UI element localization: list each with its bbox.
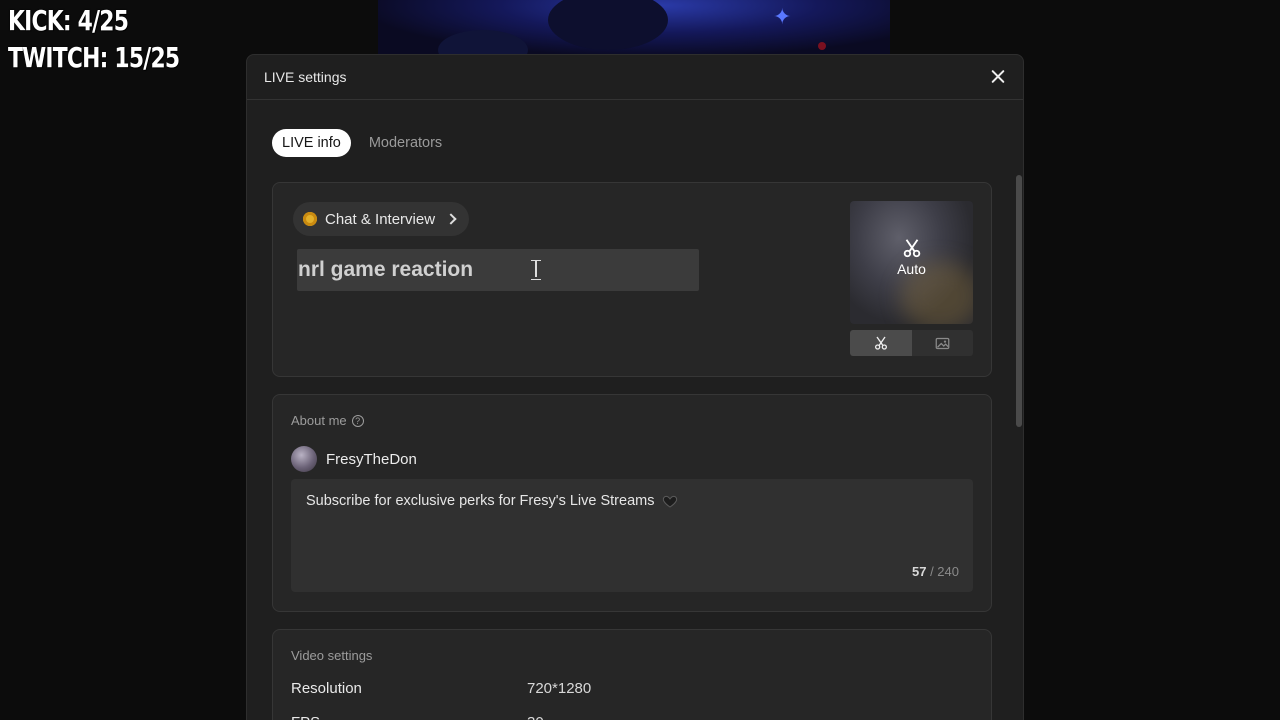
live-title-input[interactable] [297, 249, 699, 291]
resolution-label: Resolution [291, 680, 362, 697]
resolution-value: 720*1280 [527, 680, 592, 697]
user-row: FresyTheDon [291, 446, 417, 472]
about-me-label: About me [291, 413, 347, 428]
star-decoration-icon: ✦ [773, 4, 792, 29]
bio-text: Subscribe for exclusive perks for Fresy'… [306, 493, 655, 509]
video-settings-heading: Video settings [291, 648, 372, 663]
upload-cover-button[interactable] [911, 330, 973, 356]
cover-auto-label: Auto [850, 237, 973, 277]
auto-cover-button[interactable] [850, 330, 912, 356]
video-settings-card: Video settings Resolution 720*1280 FPS 3… [272, 629, 992, 720]
chevron-right-icon [445, 213, 457, 225]
resolution-row: Resolution 720*1280 [291, 680, 591, 697]
modal-header: LIVE settings [247, 55, 1023, 100]
username: FresyTheDon [326, 450, 417, 468]
character-counter: 57 / 240 [912, 564, 959, 579]
scrollbar[interactable] [1015, 175, 1023, 430]
topic-label: Chat & Interview [325, 210, 436, 228]
video-settings-label: Video settings [291, 648, 373, 663]
fps-row: FPS 30 [291, 714, 544, 720]
tab-bar: LIVE info Moderators [272, 129, 452, 157]
fps-label: FPS [291, 714, 527, 720]
image-icon [935, 337, 950, 349]
tab-live-info[interactable]: LIVE info [272, 129, 351, 157]
about-me-heading: About me ? [291, 413, 364, 428]
twitch-goal-counter: TWITCH: 15/25 [8, 41, 180, 74]
about-me-card: About me ? FresyTheDon Subscribe for exc… [272, 394, 992, 612]
stream-goal-overlay: KICK: 4/25 TWITCH: 15/25 [8, 2, 180, 76]
bio-text-row: Subscribe for exclusive perks for Fresy'… [306, 493, 678, 509]
help-icon[interactable]: ? [351, 414, 364, 427]
character-count: 57 [911, 564, 927, 579]
video-silhouette [438, 30, 528, 54]
kick-goal-counter: KICK: 4/25 [8, 4, 129, 37]
tab-moderators[interactable]: Moderators [359, 129, 452, 157]
live-info-card: Chat & Interview Auto [272, 182, 992, 377]
topic-selector[interactable]: Chat & Interview [293, 202, 470, 236]
topic-icon [303, 212, 317, 226]
heart-icon [663, 495, 678, 508]
cover-image[interactable]: Auto [850, 201, 973, 324]
stage: ✦ KICK: 4/25 TWITCH: 15/25 LIVE settings… [0, 0, 1280, 720]
cover-mode-toggle [850, 330, 973, 356]
i-beam-cursor-icon [531, 259, 541, 280]
background-video-frame: ✦ [378, 0, 890, 54]
modal-title: LIVE settings [264, 69, 347, 85]
scissors-icon [903, 239, 920, 258]
character-limit: / 240 [930, 564, 959, 579]
video-silhouette [548, 0, 668, 50]
cover-mode-label: Auto [897, 261, 926, 277]
bio-textarea[interactable]: Subscribe for exclusive perks for Fresy'… [291, 479, 973, 592]
live-settings-modal: LIVE settings LIVE info Moderators Chat … [246, 54, 1024, 720]
scrollbar-thumb[interactable] [1016, 175, 1022, 427]
avatar [291, 446, 317, 472]
close-icon[interactable] [987, 66, 1009, 88]
scissors-icon [874, 336, 887, 350]
video-light [818, 42, 826, 50]
fps-value: 30 [527, 714, 544, 720]
